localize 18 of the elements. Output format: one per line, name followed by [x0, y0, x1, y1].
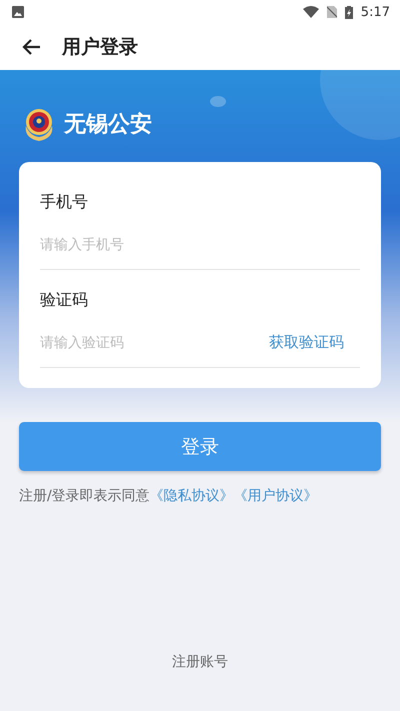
decor-bubble	[210, 96, 226, 107]
agreement-link[interactable]: 《用户协议》	[234, 487, 318, 505]
battery-charging-icon	[344, 6, 353, 18]
agreement-link[interactable]: 《隐私协议》	[150, 487, 234, 505]
field-label: 手机号	[40, 192, 89, 213]
no-sim-icon	[326, 6, 337, 18]
wifi-icon	[302, 6, 319, 18]
input-field[interactable]: 请输入验证码	[40, 334, 269, 350]
page-title: 用户登录	[62, 35, 138, 60]
field-label: 验证码	[40, 290, 89, 311]
brand-name: 无锡公安	[64, 110, 152, 139]
image-icon	[12, 6, 24, 18]
login-button[interactable]: 登录	[19, 422, 381, 471]
agreement-text: 注册/登录即表示同意	[19, 487, 150, 505]
register-link[interactable]: 注册账号	[172, 653, 228, 671]
input-field[interactable]: 请输入手机号	[40, 236, 360, 252]
get-code-button[interactable]: 获取验证码	[269, 332, 360, 352]
status-time: 5:17	[360, 4, 390, 20]
